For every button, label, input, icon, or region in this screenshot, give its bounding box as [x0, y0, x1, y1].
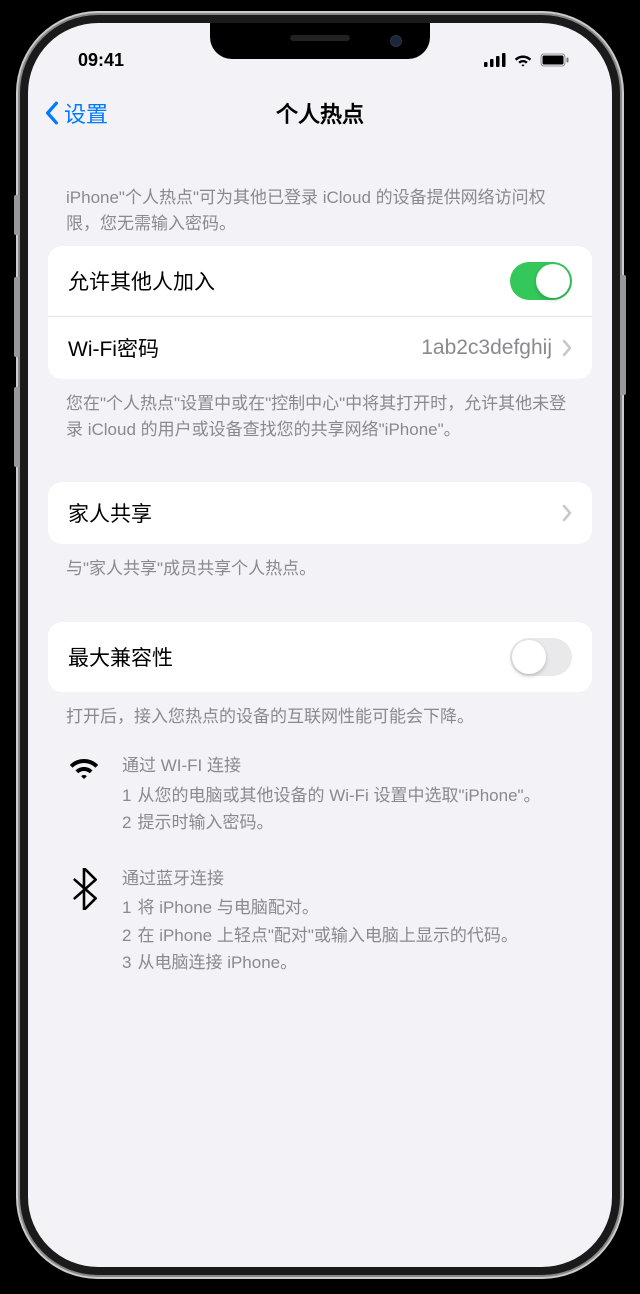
back-label: 设置	[64, 97, 108, 129]
status-time: 09:41	[78, 50, 124, 71]
hotspot-settings-group: 允许其他人加入 Wi-Fi密码 1ab2c3defghij	[48, 246, 592, 379]
chevron-left-icon	[44, 101, 60, 125]
family-sharing-group: 家人共享	[48, 482, 592, 544]
wifi-password-row[interactable]: Wi-Fi密码 1ab2c3defghij	[48, 316, 592, 379]
chevron-right-icon	[562, 504, 572, 522]
max-compat-row[interactable]: 最大兼容性	[48, 622, 592, 692]
family-sharing-footer: 与"家人共享"成员共享个人热点。	[48, 544, 592, 582]
wifi-instruction: 通过 WI-FI 连接 1从您的电脑或其他设备的 Wi-Fi 设置中选取"iPh…	[66, 753, 574, 838]
connection-instructions: 通过 WI-FI 连接 1从您的电脑或其他设备的 Wi-Fi 设置中选取"iPh…	[48, 729, 592, 978]
back-button[interactable]: 设置	[44, 97, 108, 129]
allow-others-row[interactable]: 允许其他人加入	[48, 246, 592, 316]
family-sharing-row[interactable]: 家人共享	[48, 482, 592, 544]
max-compat-toggle[interactable]	[510, 638, 572, 676]
wifi-icon	[66, 755, 102, 783]
cellular-icon	[484, 53, 506, 67]
battery-icon	[540, 53, 570, 67]
header-description: iPhone"个人热点"可为其他已登录 iCloud 的设备提供网络访问权限，您…	[48, 149, 592, 246]
wifi-password-label: Wi-Fi密码	[68, 333, 159, 363]
allow-others-toggle[interactable]	[510, 262, 572, 300]
status-icons	[484, 53, 570, 68]
max-compat-group: 最大兼容性	[48, 622, 592, 692]
wifi-instruction-title: 通过 WI-FI 连接	[122, 753, 574, 779]
chevron-right-icon	[562, 339, 572, 357]
bluetooth-instruction-title: 通过蓝牙连接	[122, 866, 574, 892]
allow-others-footer: 您在"个人热点"设置中或在"控制中心"中将其打开时，允许其他未登录 iCloud…	[48, 379, 592, 442]
wifi-password-value: 1ab2c3defghij	[421, 336, 572, 360]
max-compat-label: 最大兼容性	[68, 642, 173, 672]
family-sharing-label: 家人共享	[68, 498, 152, 528]
allow-others-label: 允许其他人加入	[68, 266, 215, 296]
max-compat-footer: 打开后，接入您热点的设备的互联网性能可能会下降。	[48, 692, 592, 730]
bluetooth-instruction: 通过蓝牙连接 1将 iPhone 与电脑配对。 2在 iPhone 上轻点"配对…	[66, 866, 574, 978]
nav-bar: 设置 个人热点	[28, 79, 612, 149]
page-title: 个人热点	[276, 97, 364, 129]
bluetooth-icon	[66, 868, 102, 910]
wifi-icon	[513, 53, 533, 68]
